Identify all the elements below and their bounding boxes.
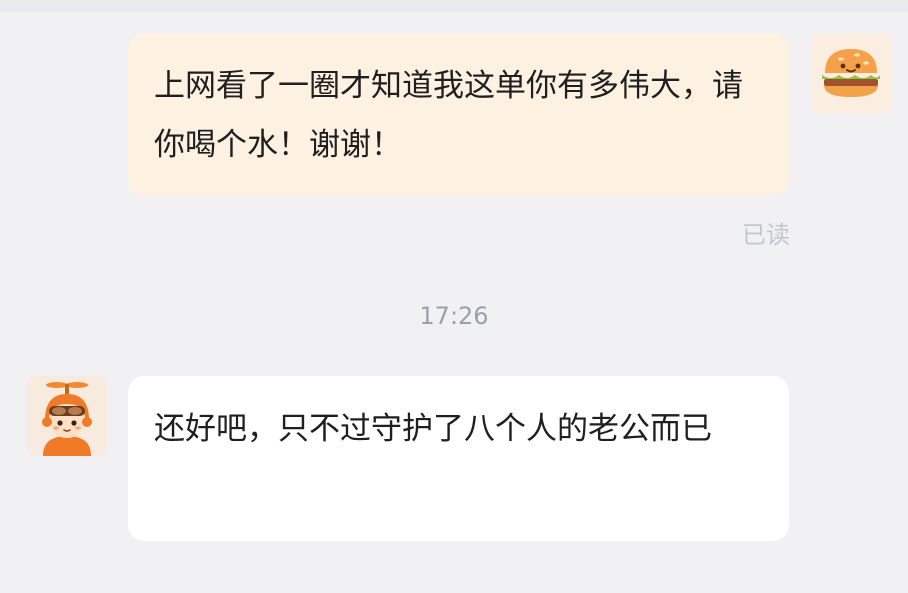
rider-avatar-icon (42, 382, 92, 456)
outgoing-message-bubble[interactable]: 上网看了一圈才知道我这单你有多伟大，请你喝个水！谢谢！ (128, 33, 789, 196)
incoming-message-bubble[interactable]: 还好吧，只不过守护了八个人的老公而已 (128, 376, 789, 541)
message-timestamp: 17:26 (419, 302, 489, 330)
contact-avatar[interactable] (27, 376, 107, 456)
outgoing-message-text: 上网看了一圈才知道我这单你有多伟大，请你喝个水！谢谢！ (154, 68, 743, 163)
top-bar-edge (0, 0, 908, 12)
self-avatar[interactable] (811, 33, 891, 113)
incoming-message-text: 还好吧，只不过守护了八个人的老公而已 (154, 411, 712, 447)
burger-avatar-icon (822, 49, 880, 97)
read-status: 已读 (742, 221, 790, 249)
